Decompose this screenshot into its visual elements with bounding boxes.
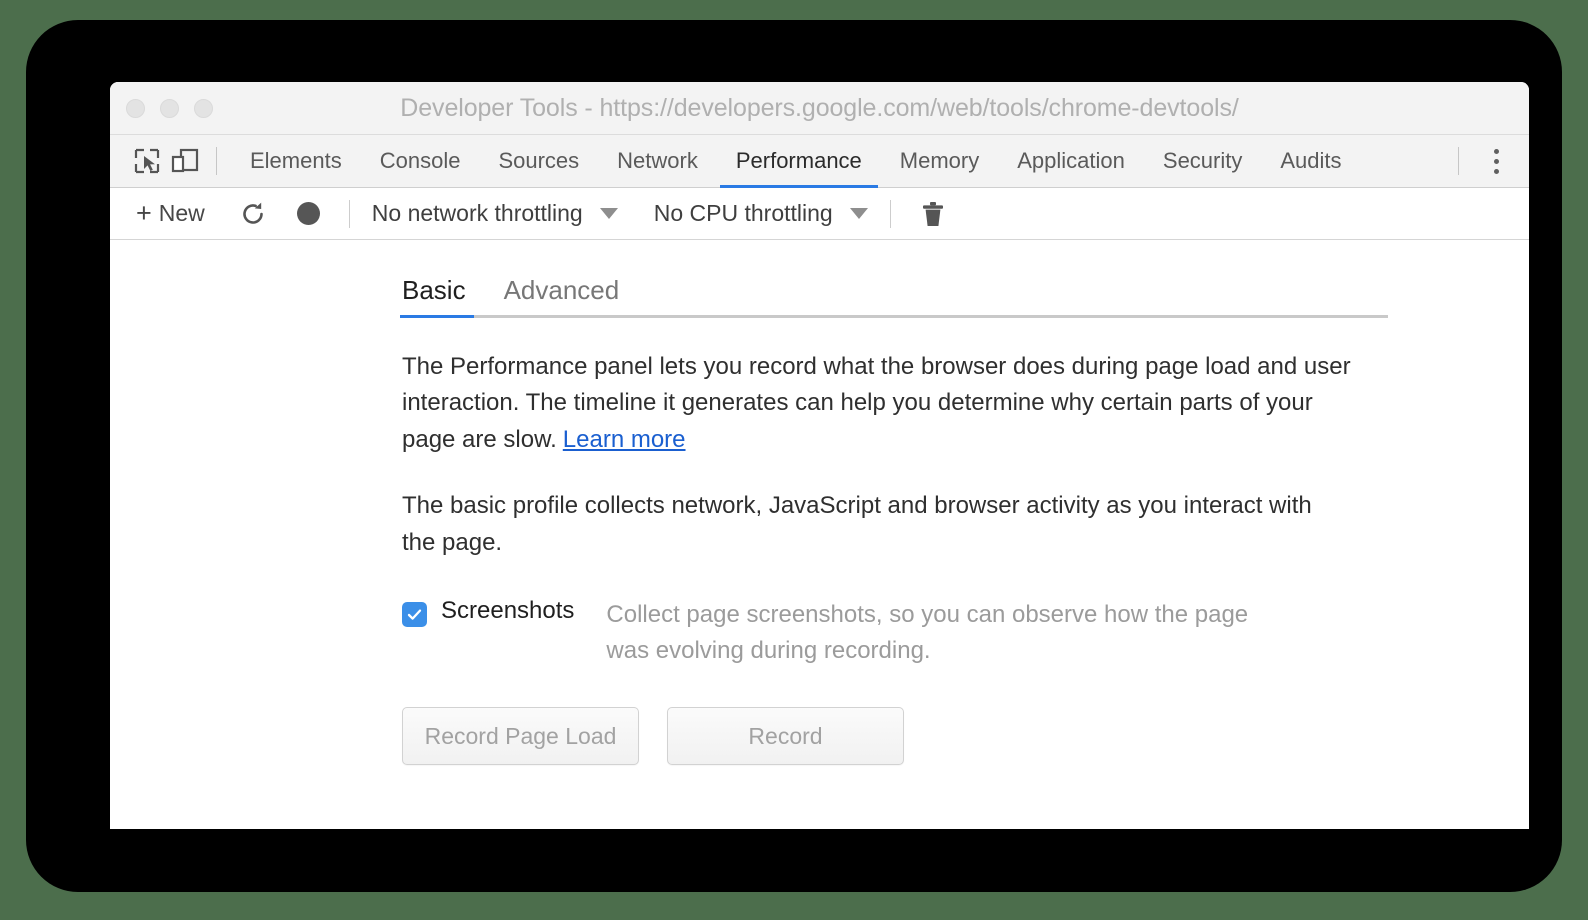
chevron-down-icon	[599, 208, 618, 219]
screenshots-checkbox[interactable]	[402, 602, 427, 628]
device-toolbar-icon[interactable]	[166, 142, 204, 180]
tabbar-divider	[1458, 147, 1459, 175]
kebab-menu-icon[interactable]	[1479, 142, 1513, 180]
tab-network[interactable]: Network	[598, 135, 717, 188]
trash-icon[interactable]	[913, 195, 953, 233]
minimize-window-button[interactable]	[160, 98, 179, 118]
devtools-panel-tabbar: Elements Console Sources Network Perform…	[110, 135, 1529, 188]
traffic-light-buttons	[126, 82, 213, 134]
plus-icon: +	[136, 198, 152, 228]
kebab-dot	[1493, 148, 1499, 154]
mode-tab-advanced[interactable]: Advanced	[504, 275, 630, 315]
tab-sources[interactable]: Sources	[479, 135, 598, 188]
intro-paragraph: The Performance panel lets you record wh…	[402, 349, 1354, 458]
tabbar-divider	[216, 147, 217, 175]
new-recording-label: New	[158, 200, 205, 226]
basic-profile-paragraph: The basic profile collects network, Java…	[402, 492, 1312, 556]
record-circle-icon[interactable]	[291, 196, 327, 232]
chevron-down-icon	[849, 208, 868, 219]
mode-tab-basic[interactable]: Basic	[400, 275, 476, 318]
devtools-window: Developer Tools - https://developers.goo…	[110, 82, 1529, 829]
tab-audits[interactable]: Audits	[1261, 135, 1360, 188]
performance-landing-page: Basic Advanced The Performance panel let…	[400, 268, 1388, 766]
record-button[interactable]: Record	[667, 707, 904, 766]
record-action-buttons: Record Page Load Record	[402, 707, 1388, 766]
tab-memory[interactable]: Memory	[881, 135, 998, 188]
tab-security[interactable]: Security	[1144, 135, 1261, 188]
device-frame: Developer Tools - https://developers.goo…	[26, 20, 1562, 892]
toolbar-divider	[348, 199, 350, 228]
record-dot	[297, 202, 321, 225]
maximize-window-button[interactable]	[194, 98, 213, 118]
cpu-throttling-select[interactable]: No CPU throttling	[654, 200, 868, 227]
learn-more-link[interactable]: Learn more	[563, 426, 686, 453]
window-title-bar: Developer Tools - https://developers.goo…	[110, 82, 1529, 135]
landing-mode-tabs: Basic Advanced	[400, 268, 1388, 318]
network-throttling-value: No network throttling	[371, 200, 583, 226]
tab-application[interactable]: Application	[998, 135, 1144, 188]
new-recording-button[interactable]: + New	[130, 197, 211, 230]
tabbar-right-group	[1458, 142, 1529, 180]
close-window-button[interactable]	[126, 98, 145, 118]
record-page-load-button[interactable]: Record Page Load	[402, 707, 639, 766]
network-throttling-select[interactable]: No network throttling	[372, 200, 618, 227]
tab-elements[interactable]: Elements	[231, 135, 361, 188]
kebab-dot	[1493, 158, 1499, 164]
tab-console[interactable]: Console	[361, 135, 480, 188]
intro-paragraph-text: The Performance panel lets you record wh…	[402, 353, 1351, 453]
inspect-element-icon[interactable]	[128, 142, 166, 180]
panel-tab-list: Elements Console Sources Network Perform…	[231, 135, 1361, 188]
toolbar-divider	[889, 199, 891, 228]
kebab-dot	[1493, 168, 1499, 174]
performance-panel-content: Basic Advanced The Performance panel let…	[110, 240, 1529, 829]
screenshots-label[interactable]: Screenshots	[441, 597, 574, 625]
reload-icon[interactable]	[235, 196, 271, 232]
performance-record-toolbar: + New No network throttling No CPU throt…	[110, 188, 1529, 240]
tab-performance[interactable]: Performance	[717, 135, 881, 188]
cpu-throttling-value: No CPU throttling	[653, 200, 833, 226]
window-title: Developer Tools - https://developers.goo…	[400, 93, 1239, 122]
screenshots-description: Collect page screenshots, so you can obs…	[606, 601, 1249, 665]
screenshots-option-row: Screenshots Collect page screenshots, so…	[402, 597, 1388, 669]
